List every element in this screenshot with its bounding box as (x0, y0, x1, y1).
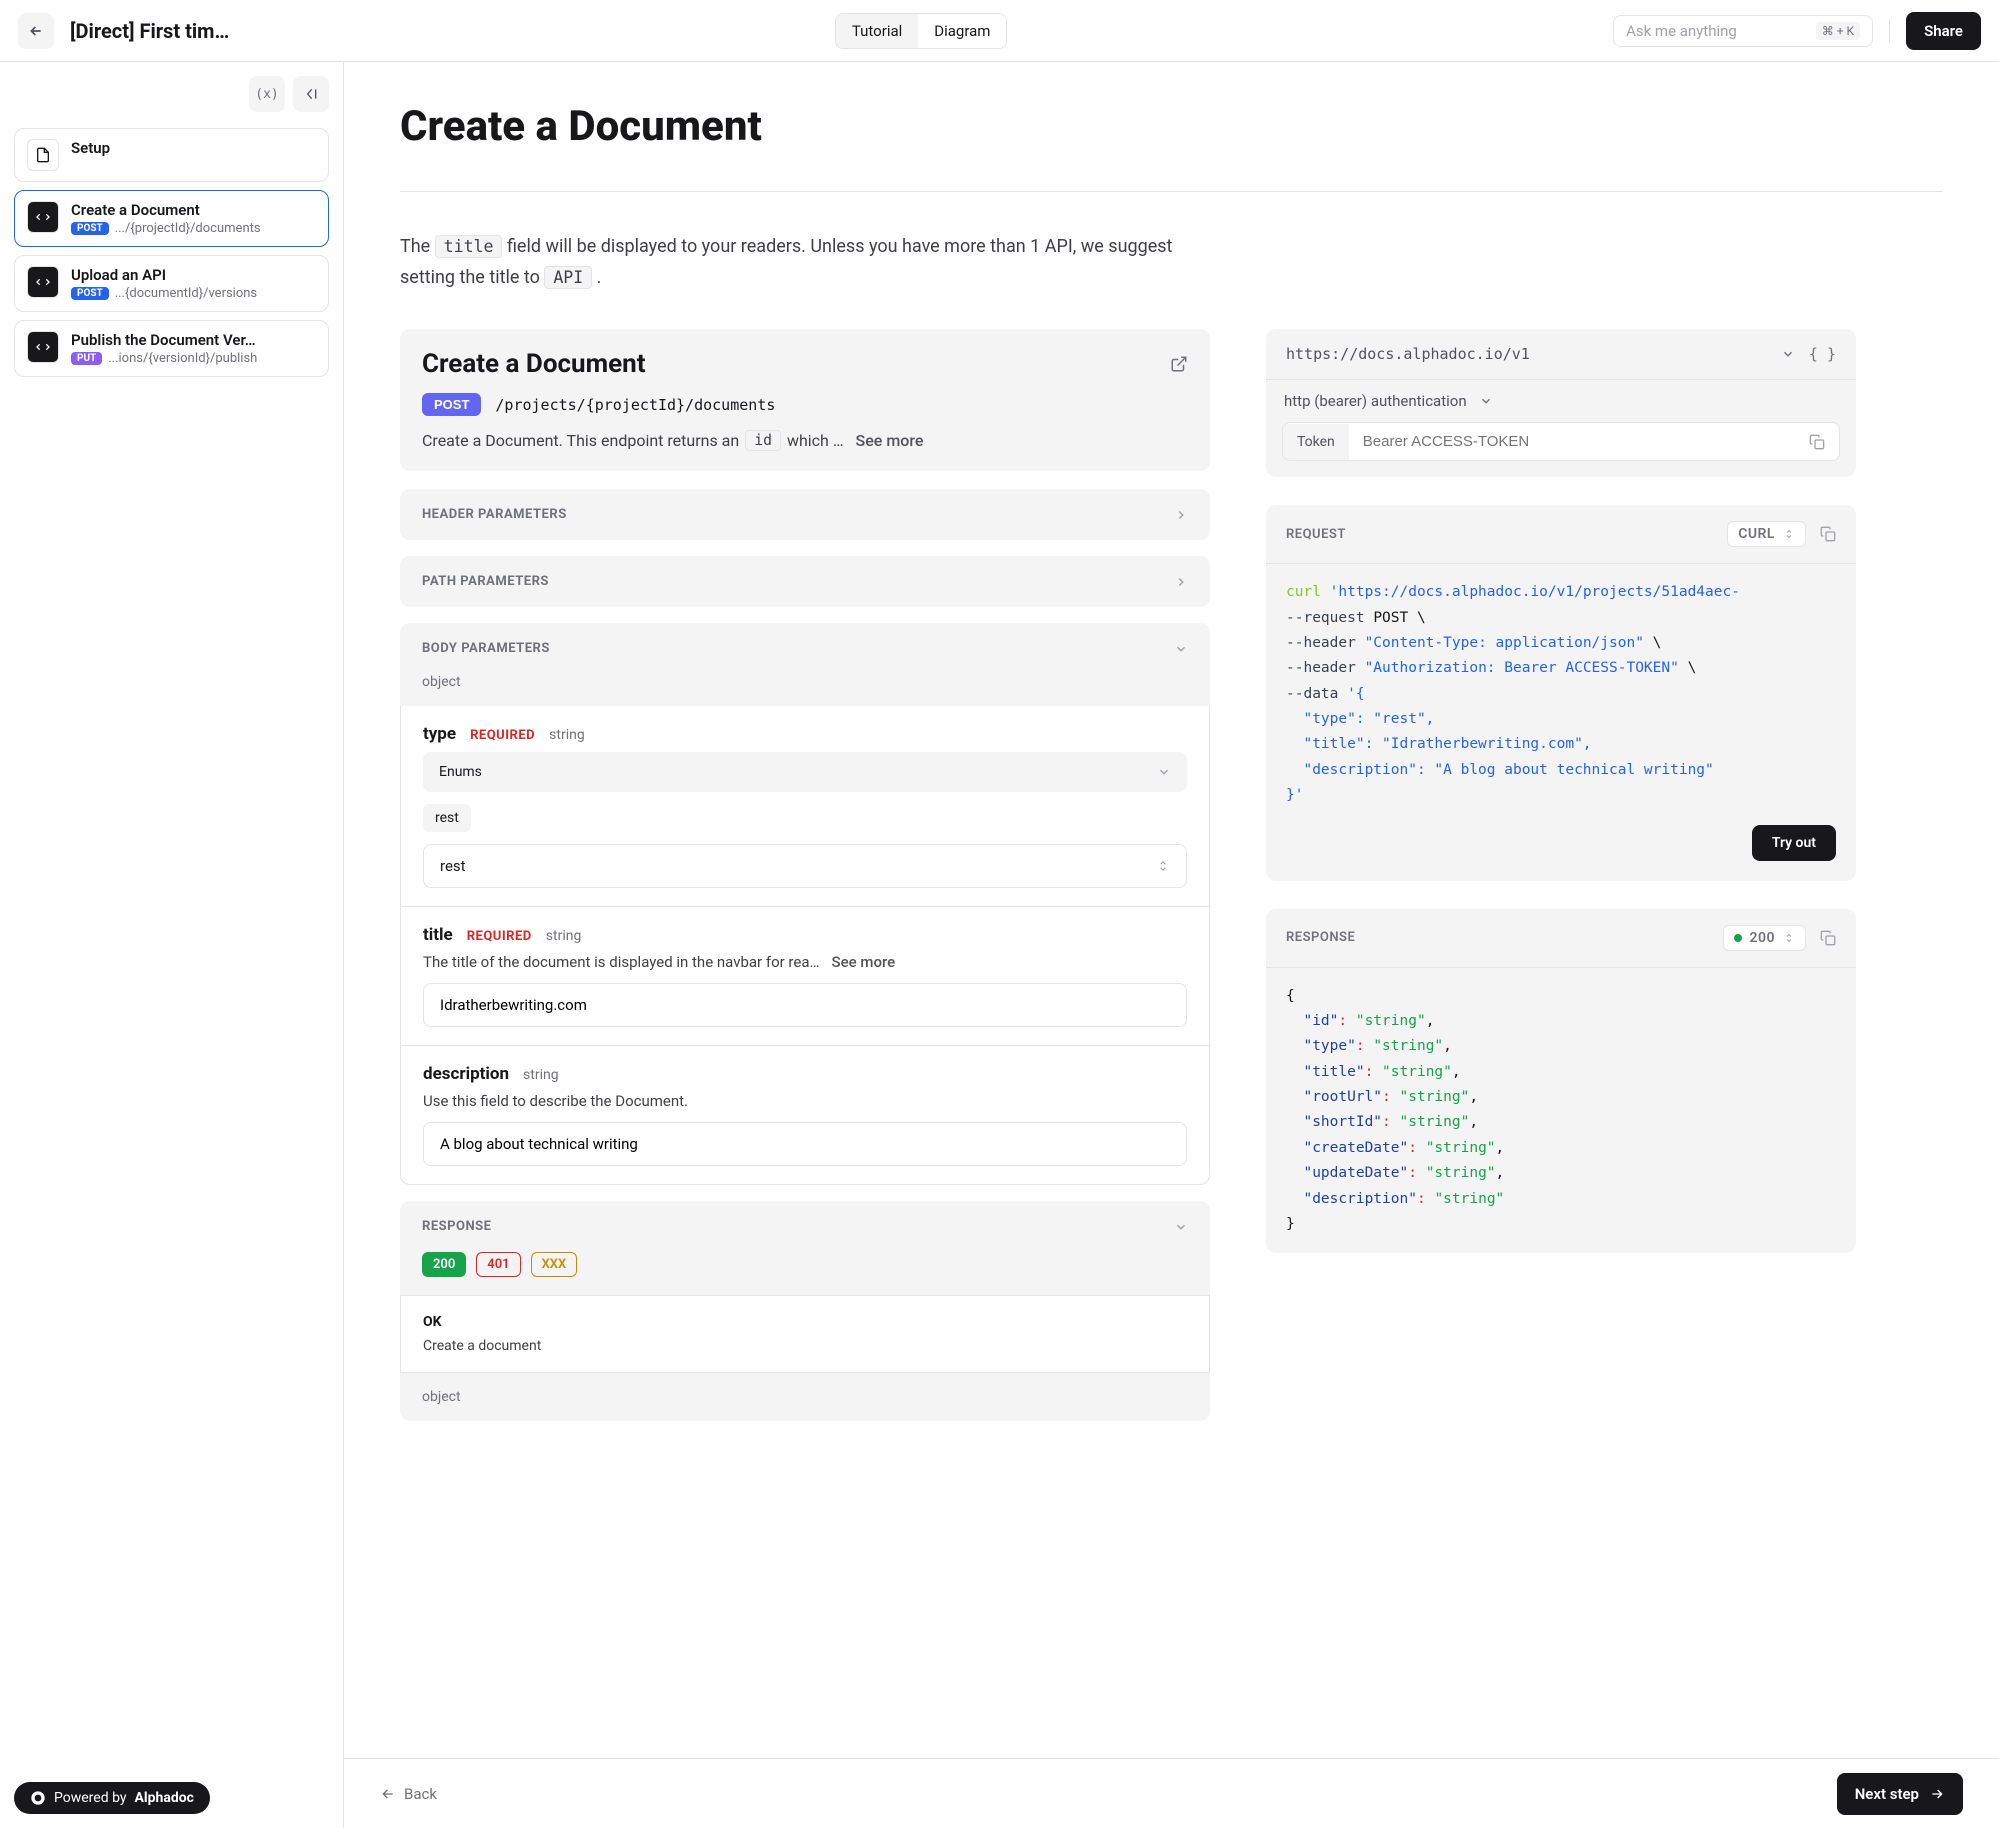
header-params-section: HEADER PARAMETERS (400, 489, 1210, 540)
search-input[interactable]: Ask me anything ⌘ + K (1613, 15, 1873, 47)
api-path: /projects/{projectId}/documents (495, 396, 775, 414)
auth-panel: https://docs.alphadoc.io/v1 { } http (be… (1266, 329, 1856, 477)
param-description: description string Use this field to des… (400, 1046, 1210, 1185)
page-title: Create a Document (400, 102, 1943, 151)
sidebar-item-upload-api[interactable]: Upload an API POST ...{documentId}/versi… (14, 255, 329, 312)
body-type-label: object (400, 674, 1210, 706)
request-code: curl 'https://docs.alphadoc.io/v1/projec… (1266, 564, 1856, 824)
sidebar-item-create-document[interactable]: Create a Document POST .../{projectId}/d… (14, 190, 329, 247)
body-params-section: BODY PARAMETERS object type REQUIRED (400, 623, 1210, 1185)
response-section: RESPONSE 200 401 XXX OK (400, 1201, 1210, 1421)
status-select[interactable]: 200 (1723, 925, 1807, 951)
status-xxx[interactable]: XXX (531, 1252, 578, 1277)
chevron-down-icon (1174, 1220, 1188, 1234)
api-icon (27, 201, 59, 233)
view-toggle: Tutorial Diagram (835, 13, 1008, 49)
enums-toggle[interactable]: Enums (423, 752, 1187, 792)
copy-icon[interactable] (1820, 930, 1836, 946)
status-dot-icon (1734, 934, 1742, 942)
method-badge: POST (422, 393, 481, 416)
response-ok-block: OK Create a document (400, 1295, 1210, 1373)
copy-icon[interactable] (1795, 434, 1839, 450)
api-title: Create a Document (422, 349, 646, 379)
status-401[interactable]: 401 (476, 1252, 520, 1277)
body-params-toggle[interactable]: BODY PARAMETERS (400, 623, 1210, 674)
enum-chip: rest (423, 804, 471, 832)
divider (400, 191, 1943, 192)
back-button[interactable] (18, 13, 54, 49)
token-input-row: Token (1282, 422, 1840, 461)
document-icon (27, 139, 59, 171)
select-icon (1156, 859, 1170, 873)
powered-by-badge[interactable]: Powered by Alphadoc (14, 1782, 210, 1814)
tab-diagram[interactable]: Diagram (918, 14, 1006, 48)
param-title: title REQUIRED string The title of the d… (400, 907, 1210, 1046)
divider (1889, 19, 1890, 43)
status-200[interactable]: 200 (422, 1252, 466, 1277)
back-link[interactable]: Back (380, 1785, 437, 1803)
chevron-down-icon (1157, 765, 1171, 779)
response-panel: RESPONSE 200 (1266, 909, 1856, 1254)
api-icon (27, 331, 59, 363)
next-step-button[interactable]: Next step (1837, 1773, 1963, 1815)
auth-type-row[interactable]: http (bearer) authentication (1266, 380, 1856, 422)
header-params-toggle[interactable]: HEADER PARAMETERS (400, 489, 1210, 540)
chevron-down-icon[interactable] (1781, 347, 1795, 361)
braces-icon[interactable]: { } (1809, 345, 1836, 363)
response-type-label: object (400, 1373, 1210, 1421)
request-panel: REQUEST CURL (1266, 505, 1856, 880)
variables-button[interactable]: (x) (249, 76, 285, 112)
search-kbd: ⌘ + K (1816, 22, 1860, 40)
copy-icon[interactable] (1820, 526, 1836, 542)
try-out-button[interactable]: Try out (1752, 825, 1836, 861)
base-url-row: https://docs.alphadoc.io/v1 { } (1266, 329, 1856, 380)
share-button[interactable]: Share (1906, 12, 1981, 50)
collapse-sidebar-button[interactable] (293, 76, 329, 112)
arrow-left-icon (380, 1786, 396, 1802)
path-params-toggle[interactable]: PATH PARAMETERS (400, 556, 1210, 607)
see-more-link[interactable]: See more (850, 431, 924, 450)
type-select[interactable]: rest (423, 844, 1187, 888)
response-code: { "id": "string", "type": "string", "tit… (1266, 968, 1856, 1254)
page-breadcrumb-title: [Direct] First tim… (70, 19, 229, 43)
see-more-link[interactable]: See more (826, 953, 896, 971)
external-link-icon[interactable] (1170, 355, 1188, 373)
intro-text: The title field will be displayed to you… (400, 232, 1220, 293)
sidebar-item-publish[interactable]: Publish the Document Ver… PUT ...ions/{v… (14, 320, 329, 377)
api-summary-card: Create a Document POST /projects/{projec… (400, 329, 1210, 471)
chevron-down-icon (1174, 642, 1188, 656)
description-input[interactable] (423, 1122, 1187, 1166)
param-type: type REQUIRED string Enums rest (400, 706, 1210, 907)
chevron-right-icon (1174, 575, 1188, 589)
title-input[interactable] (423, 983, 1187, 1027)
alphadoc-logo-icon (30, 1790, 46, 1806)
language-select[interactable]: CURL (1727, 521, 1806, 547)
token-input[interactable] (1349, 423, 1795, 460)
search-placeholder: Ask me anything (1626, 22, 1737, 40)
tab-tutorial[interactable]: Tutorial (836, 14, 918, 48)
chevron-down-icon (1479, 394, 1493, 408)
arrow-right-icon (1929, 1786, 1945, 1802)
chevron-right-icon (1174, 508, 1188, 522)
path-params-section: PATH PARAMETERS (400, 556, 1210, 607)
response-toggle[interactable]: RESPONSE (400, 1201, 1210, 1252)
api-icon (27, 266, 59, 298)
sidebar-item-setup[interactable]: Setup (14, 128, 329, 182)
